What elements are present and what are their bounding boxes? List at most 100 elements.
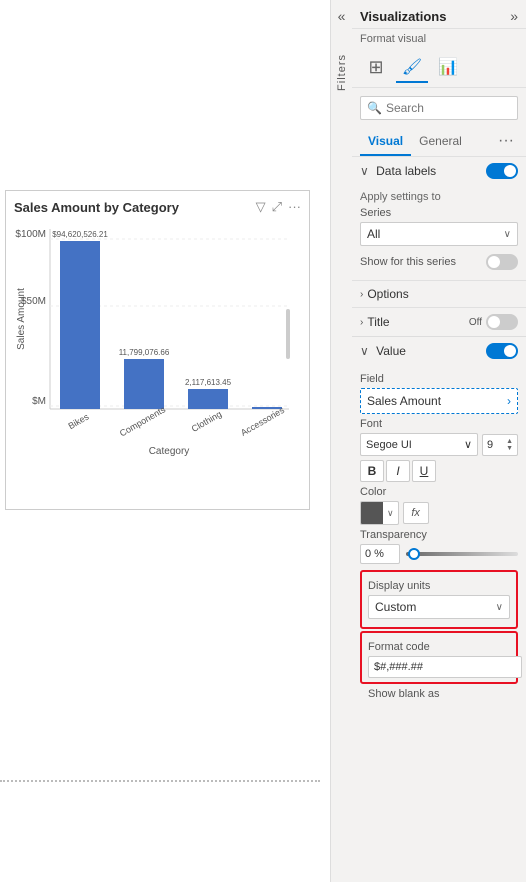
display-units-arrow: ∨ xyxy=(496,602,503,613)
series-dropdown[interactable]: All ∨ xyxy=(360,222,518,246)
display-units-dropdown[interactable]: Custom ∨ xyxy=(368,595,510,619)
main-layout: Sales Amount by Category ▽ ⤢ ··· $100M $… xyxy=(0,0,526,882)
chevron-double-right-icon[interactable]: » xyxy=(510,8,518,24)
data-labels-section-header[interactable]: ∨ Data labels xyxy=(352,157,526,185)
tab-visual[interactable]: Visual xyxy=(360,128,411,156)
svg-text:$94,620,526.21: $94,620,526.21 xyxy=(52,230,108,239)
filter-icon[interactable]: ▽ xyxy=(256,199,266,215)
value-section-header[interactable]: ∨ Value xyxy=(352,337,526,365)
svg-text:$M: $M xyxy=(32,396,46,407)
title-toggle[interactable] xyxy=(486,314,518,330)
chevron-right-icon: › xyxy=(360,289,363,300)
options-section[interactable]: › Options xyxy=(352,280,526,307)
show-blank-label: Show blank as xyxy=(368,688,440,700)
transparency-slider[interactable] xyxy=(406,546,518,562)
filters-label: Filters xyxy=(336,54,348,91)
series-dropdown-arrow: ∨ xyxy=(504,229,511,240)
italic-button[interactable]: I xyxy=(386,460,410,482)
filters-column[interactable]: « Filters xyxy=(330,0,352,882)
value-section-label: ∨ Value xyxy=(360,344,406,358)
field-box-arrow: › xyxy=(507,394,511,408)
left-section: Sales Amount by Category ▽ ⤢ ··· $100M $… xyxy=(0,0,330,882)
format-visual-label: Format visual xyxy=(352,29,526,49)
font-family-value: Segoe UI xyxy=(366,439,412,451)
font-size-down-arrow[interactable]: ▼ xyxy=(506,445,513,452)
viz-header: Visualizations » xyxy=(352,0,526,29)
apply-settings-label: Apply settings to xyxy=(360,191,518,203)
show-series-toggle[interactable] xyxy=(486,254,518,270)
svg-text:11,799,076.66: 11,799,076.66 xyxy=(119,348,170,357)
transparency-input[interactable] xyxy=(360,544,400,564)
title-toggle-area: Off xyxy=(469,314,518,330)
more-options-button[interactable]: ··· xyxy=(494,128,518,156)
font-label: Font xyxy=(360,418,518,430)
slider-thumb xyxy=(408,548,420,560)
dotted-divider xyxy=(0,780,320,782)
chart-title: Sales Amount by Category xyxy=(14,200,179,215)
toggle-knob xyxy=(504,165,516,177)
svg-text:$100M: $100M xyxy=(15,229,46,240)
font-size-box[interactable]: 9 ▲ ▼ xyxy=(482,434,518,456)
viz-title: Visualizations xyxy=(360,9,446,24)
field-box[interactable]: Sales Amount › xyxy=(360,388,518,414)
icon-tabs-row: ⊞ 🖌 📊 xyxy=(352,49,526,88)
font-size-arrows: ▲ ▼ xyxy=(506,438,513,452)
show-blank-row: Show blank as xyxy=(360,684,518,704)
font-family-dropdown[interactable]: Segoe UI ∨ xyxy=(360,433,478,456)
format-code-input[interactable] xyxy=(368,656,522,678)
show-series-label: Show for this series xyxy=(360,256,456,268)
field-box-text: Sales Amount xyxy=(367,394,441,408)
more-icon[interactable]: ··· xyxy=(288,199,301,215)
search-box: 🔍 xyxy=(360,96,518,120)
show-series-knob xyxy=(488,256,500,268)
title-toggle-knob xyxy=(488,316,500,328)
color-fx-button[interactable]: fx xyxy=(403,502,429,524)
chart-container: Sales Amount by Category ▽ ⤢ ··· $100M $… xyxy=(5,190,310,510)
color-label: Color xyxy=(360,486,518,498)
color-swatch-box[interactable]: ∨ xyxy=(360,501,399,525)
paint-icon-tab[interactable]: 🖌 xyxy=(396,53,428,83)
format-code-section: Format code fx xyxy=(360,631,518,684)
title-section[interactable]: › Title Off xyxy=(352,307,526,336)
bar-chart-svg: $100M $50M $M $9 xyxy=(14,219,294,459)
expand-icon[interactable]: ⤢ xyxy=(272,199,282,215)
svg-text:Sales Amount: Sales Amount xyxy=(16,288,27,350)
value-chevron-icon: ∨ xyxy=(360,344,369,358)
chart-title-icons: ▽ ⤢ ··· xyxy=(256,199,301,215)
value-toggle[interactable] xyxy=(486,343,518,359)
data-labels-toggle[interactable] xyxy=(486,163,518,179)
chart-title-row: Sales Amount by Category ▽ ⤢ ··· xyxy=(14,199,301,215)
tab-general[interactable]: General xyxy=(411,128,470,156)
analytics-icon-tab[interactable]: 📊 xyxy=(432,53,464,83)
bold-button[interactable]: B xyxy=(360,460,384,482)
format-code-row: fx xyxy=(368,656,510,678)
title-toggle-label: Off xyxy=(469,317,482,328)
section-tabs: Visual General ··· xyxy=(352,128,526,157)
transparency-label: Transparency xyxy=(360,529,518,541)
value-toggle-knob xyxy=(504,345,516,357)
svg-text:Bikes: Bikes xyxy=(66,411,90,431)
transparency-input-row xyxy=(360,544,518,564)
font-size-up-arrow[interactable]: ▲ xyxy=(506,438,513,445)
chevron-down-icon: ∨ xyxy=(360,164,369,178)
data-labels-label: ∨ Data labels xyxy=(360,164,436,178)
value-section-body: Field Sales Amount › Font Segoe UI ∨ 9 ▲… xyxy=(352,365,526,708)
series-value: All xyxy=(367,227,380,241)
underline-button[interactable]: U xyxy=(412,460,436,482)
options-label: › Options xyxy=(360,287,409,301)
chart-area: $100M $50M $M $9 xyxy=(14,219,301,474)
font-dropdown-arrow: ∨ xyxy=(464,438,472,451)
search-input[interactable] xyxy=(386,101,511,115)
search-icon: 🔍 xyxy=(367,101,382,115)
chevron-double-left-icon[interactable]: « xyxy=(338,8,346,24)
svg-text:Category: Category xyxy=(149,446,190,457)
slider-track xyxy=(406,552,518,556)
font-size-value: 9 xyxy=(487,439,493,451)
format-buttons: B I U xyxy=(360,460,518,482)
field-label: Field xyxy=(360,373,518,385)
title-label: › Title xyxy=(360,315,390,329)
visualizations-panel: Visualizations » Format visual ⊞ 🖌 📊 🔍 V… xyxy=(352,0,526,882)
color-swatch xyxy=(361,502,383,524)
show-series-row: Show for this series xyxy=(360,250,518,274)
grid-icon-tab[interactable]: ⊞ xyxy=(360,53,392,83)
